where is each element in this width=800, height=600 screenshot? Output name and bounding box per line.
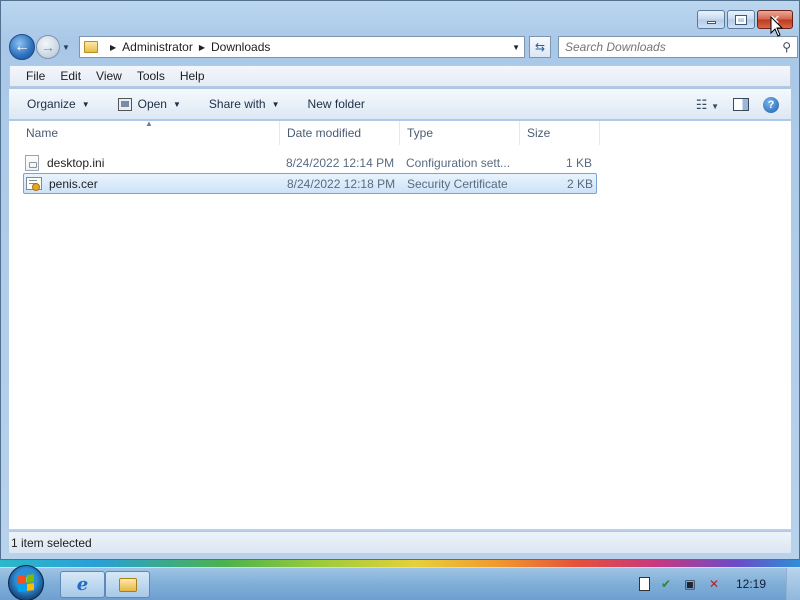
share-with-label: Share with	[208, 97, 266, 111]
file-row-selected[interactable]: penis.cer 8/24/2022 12:18 PM Security Ce…	[23, 173, 597, 194]
file-list: ▲ Name Date modified Type Size desktop.i…	[9, 119, 791, 529]
action-center-icon[interactable]: ✔	[658, 576, 674, 592]
system-tray: ✔ ▣ ✕	[639, 576, 722, 592]
forward-button[interactable]: →	[36, 35, 60, 59]
file-row[interactable]: desktop.ini 8/24/2022 12:14 PM Configura…	[23, 152, 597, 173]
command-bar: Organize ▼ Open ▼ Share with ▼ New folder ☷…	[9, 89, 791, 120]
chevron-right-icon[interactable]: ▶	[110, 43, 116, 52]
file-size: 2 KB	[566, 176, 593, 191]
recent-pages-dropdown[interactable]: ▼	[62, 43, 72, 52]
status-bar: 1 item selected	[9, 531, 791, 553]
file-size: 1 KB	[565, 155, 592, 170]
refresh-icon: ⇆	[534, 40, 546, 54]
search-input[interactable]	[565, 40, 775, 54]
new-folder-button[interactable]: New folder	[308, 97, 365, 111]
menu-bar: File Edit View Tools Help	[9, 65, 791, 87]
open-icon	[117, 97, 132, 111]
start-button[interactable]	[8, 565, 44, 600]
minimize-button[interactable]	[697, 10, 725, 29]
menu-help[interactable]: Help	[180, 69, 205, 83]
share-with-button[interactable]: Share with ▼	[209, 97, 280, 111]
breadcrumb-administrator[interactable]: Administrator	[122, 40, 193, 54]
menu-edit[interactable]: Edit	[60, 69, 81, 83]
chevron-down-icon: ▼	[81, 99, 90, 109]
chevron-down-icon: ▼	[271, 99, 280, 109]
taskbar-windows-explorer[interactable]	[105, 571, 150, 598]
menu-tools[interactable]: Tools	[137, 69, 165, 83]
explorer-window: ✕ ← → ▼ ▶ Administrator ▶ Downloads ▼ ⇆ …	[0, 0, 800, 560]
file-name-cell: desktop.ini	[23, 154, 286, 171]
file-date: 8/24/2022 12:18 PM	[287, 176, 396, 191]
column-name-label: Name	[26, 126, 59, 140]
menu-view[interactable]: View	[96, 69, 122, 83]
volume-muted-icon[interactable]: ✕	[706, 576, 722, 592]
chevron-down-icon: ▼	[172, 99, 181, 109]
address-dropdown-icon[interactable]: ▼	[512, 43, 520, 52]
file-name-cell: penis.cer	[24, 177, 287, 191]
back-button[interactable]: ←	[9, 34, 35, 60]
column-headers: ▲ Name Date modified Type Size	[9, 119, 601, 145]
network-icon[interactable]: ▣	[682, 576, 698, 592]
column-header-name[interactable]: ▲ Name	[9, 119, 280, 145]
new-folder-label: New folder	[307, 97, 365, 111]
mouse-cursor-icon	[770, 16, 784, 37]
windows-explorer-icon	[118, 577, 137, 592]
column-header-date-modified[interactable]: Date modified	[280, 121, 400, 145]
open-button[interactable]: Open ▼	[117, 97, 181, 111]
maximize-button[interactable]	[727, 10, 755, 29]
preview-pane-icon[interactable]	[733, 98, 749, 111]
document-tray-icon[interactable]	[639, 577, 650, 591]
change-view-button[interactable]: ☷ ▼	[696, 97, 719, 113]
details-view-icon: ☷	[695, 96, 708, 112]
organize-label: Organize	[27, 97, 76, 111]
taskbar: e ✔ ▣ ✕ 12:19	[0, 565, 800, 600]
status-text: 1 item selected	[11, 535, 92, 550]
internet-explorer-icon: e	[76, 574, 89, 595]
file-type: Security Certificate	[407, 176, 508, 191]
ini-file-icon	[25, 154, 39, 171]
forward-arrow-icon: →	[41, 39, 55, 55]
column-header-type[interactable]: Type	[400, 121, 520, 145]
search-icon[interactable]: ⚲	[782, 40, 791, 54]
column-type-label: Type	[407, 126, 434, 140]
address-bar[interactable]: ▶ Administrator ▶ Downloads ▼	[79, 36, 525, 58]
organize-button[interactable]: Organize ▼	[27, 97, 90, 111]
sort-ascending-icon: ▲	[145, 119, 153, 128]
file-date: 8/24/2022 12:14 PM	[286, 155, 395, 170]
folder-icon	[84, 41, 98, 53]
help-icon[interactable]: ?	[763, 96, 779, 113]
taskbar-accent-strip	[0, 560, 800, 567]
navigation-row: ← → ▼ ▶ Administrator ▶ Downloads ▼ ⇆ ⚲	[9, 34, 798, 60]
back-arrow-icon: ←	[14, 38, 30, 55]
taskbar-internet-explorer[interactable]: e	[60, 571, 105, 598]
search-box[interactable]: ⚲	[558, 36, 798, 58]
column-size-label: Size	[527, 126, 551, 140]
file-type: Configuration sett...	[406, 155, 511, 170]
refresh-button[interactable]: ⇆	[529, 36, 551, 58]
clock[interactable]: 12:19	[736, 577, 766, 591]
maximize-icon	[735, 14, 747, 25]
minimize-icon	[706, 21, 716, 24]
file-name: desktop.ini	[47, 155, 105, 170]
column-header-size[interactable]: Size	[520, 121, 600, 145]
open-label: Open	[137, 97, 167, 111]
windows-logo-icon	[18, 574, 34, 592]
show-desktop-button[interactable]	[786, 568, 800, 600]
chevron-down-icon: ▼	[711, 101, 719, 111]
chevron-right-icon[interactable]: ▶	[199, 43, 205, 52]
column-date-label: Date modified	[287, 126, 362, 140]
breadcrumb-downloads[interactable]: Downloads	[211, 40, 270, 54]
menu-file[interactable]: File	[26, 69, 45, 83]
certificate-icon	[26, 177, 42, 191]
view-controls: ☷ ▼ ?	[696, 89, 779, 120]
file-name: penis.cer	[49, 176, 98, 191]
